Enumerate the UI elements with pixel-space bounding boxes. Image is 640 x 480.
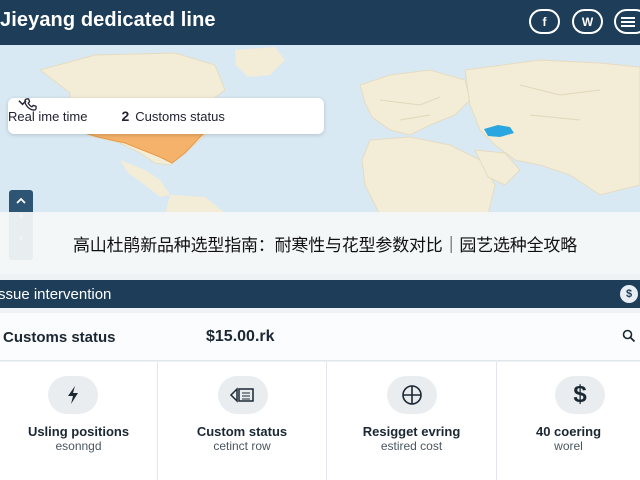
chevron-down-icon [18, 100, 27, 106]
status-value: $15.00.rk [206, 328, 275, 345]
card-custom-status[interactable]: Custom status cetinct row [158, 362, 327, 480]
lightning-icon [48, 376, 98, 414]
section-title: ssue intervention [0, 286, 112, 303]
card-resigget[interactable]: Resigget evring estired cost [327, 362, 497, 480]
facebook-icon[interactable]: f [529, 9, 560, 34]
section-header: ssue intervention $ [0, 280, 640, 308]
card-covering[interactable]: $ 40 coering worel [497, 362, 640, 480]
customs-status-row[interactable]: Customs status $15.00.rk [0, 313, 640, 361]
chevron-up-icon [16, 197, 26, 204]
status-label: Customs status [3, 329, 116, 346]
card-title: 40 coering [535, 424, 602, 439]
section-settings-icon[interactable]: $ [620, 285, 638, 303]
customs-status-dropdown-label: Customs status [135, 108, 225, 124]
card-subtitle: worel [554, 439, 583, 453]
card-subtitle: esonngd [55, 439, 102, 453]
world-map[interactable]: Real ime time 2 Customs status [0, 45, 640, 215]
card-title: Custom status [196, 424, 288, 439]
card-positions[interactable]: Usling positions esonngd [0, 362, 158, 480]
search-icon[interactable] [622, 329, 636, 343]
realtime-filter-label: Real ime time [8, 108, 88, 124]
card-subtitle: cetinct row [213, 439, 271, 453]
realtime-filter[interactable]: Real ime time [8, 98, 88, 124]
caption-banner: 高山杜鹃新品种选型指南：耐寒性与花型参数对比｜园艺选种全攻略 [0, 212, 640, 274]
card-subtitle: estired cost [380, 439, 443, 453]
filter-bar: Real ime time 2 Customs status [8, 98, 324, 134]
card-title: Resigget evring [362, 424, 461, 439]
app-title: Jieyang dedicated line [0, 9, 216, 31]
customs-status-count: 2 [121, 108, 130, 124]
w-icon[interactable]: W [572, 9, 603, 34]
app-header: Jieyang dedicated line f W [0, 0, 640, 45]
action-cards: Usling positions esonngd Custom status c… [0, 362, 640, 480]
customs-status-dropdown[interactable]: 2 Customs status [18, 100, 225, 124]
w-icon-label: W [581, 14, 594, 29]
facebook-icon-label: f [542, 14, 547, 29]
caption-text: 高山杜鹃新品种选型指南：耐寒性与花型参数对比｜园艺选种全攻略 [73, 235, 577, 256]
dollar-icon: $ [555, 376, 605, 414]
card-title: Usling positions [27, 424, 130, 439]
document-icon [218, 376, 268, 414]
crosshair-icon [387, 376, 437, 414]
menu-icon[interactable] [614, 9, 640, 34]
